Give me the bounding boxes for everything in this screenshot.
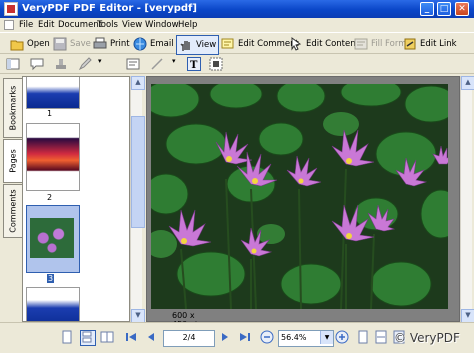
status-bar: 2/4 56.4% ▼ © VeryPDF bbox=[0, 322, 474, 353]
main-toolbar: Open Save Print Email View Edit Comment … bbox=[0, 32, 474, 55]
comment-icon[interactable] bbox=[30, 57, 44, 71]
form-icon bbox=[354, 37, 368, 51]
document-menu-icon[interactable] bbox=[4, 20, 14, 30]
page-number-field[interactable]: 2/4 bbox=[163, 330, 215, 347]
menu-tools[interactable]: Tools bbox=[97, 20, 118, 30]
open-label: Open bbox=[27, 39, 50, 49]
zoom-level-value: 56.4% bbox=[281, 333, 307, 342]
thumbnail-image bbox=[30, 218, 74, 258]
zoom-out-icon[interactable] bbox=[260, 330, 274, 344]
thumbnail-pane: 1 2 3 bbox=[22, 76, 130, 322]
svg-text:T: T bbox=[190, 60, 198, 71]
scrollbar-thumb[interactable] bbox=[131, 116, 145, 228]
continuous-page-icon[interactable] bbox=[80, 330, 96, 346]
minimize-button[interactable]: _ bbox=[420, 2, 434, 16]
email-label: Email bbox=[150, 39, 174, 49]
app-icon bbox=[4, 2, 18, 16]
save-button[interactable]: Save bbox=[51, 35, 93, 53]
page-thumbnail-label: 2 bbox=[47, 193, 53, 202]
single-page-icon[interactable] bbox=[60, 330, 74, 344]
note-icon bbox=[221, 37, 235, 51]
maximize-button[interactable]: □ bbox=[437, 2, 451, 16]
floppy-disk-icon bbox=[53, 37, 67, 51]
last-page-icon[interactable] bbox=[238, 330, 252, 344]
pencil-icon[interactable] bbox=[78, 57, 92, 71]
title-bar: VeryPDF PDF Editor - [verypdf] _ □ ✕ bbox=[0, 0, 474, 18]
first-page-icon[interactable] bbox=[124, 330, 138, 344]
page-thumbnail-label: 1 bbox=[47, 109, 53, 118]
dropdown-arrow-icon-2[interactable]: ▾ bbox=[172, 57, 186, 71]
dropdown-arrow-icon[interactable]: ▾ bbox=[98, 57, 112, 71]
scroll-down-arrow-icon[interactable]: ▼ bbox=[131, 309, 145, 323]
print-label: Print bbox=[110, 39, 130, 49]
print-button[interactable]: Print bbox=[91, 35, 132, 53]
open-button[interactable]: Open bbox=[8, 35, 52, 53]
menu-help[interactable]: Help bbox=[178, 20, 197, 30]
page-thumbnail[interactable] bbox=[26, 77, 80, 109]
typewriter-icon[interactable]: T bbox=[187, 57, 201, 71]
edit-link-label: Edit Link bbox=[420, 39, 457, 49]
hand-icon bbox=[179, 38, 193, 52]
menu-view[interactable]: View bbox=[122, 20, 142, 30]
cursor-icon bbox=[289, 37, 303, 51]
next-page-icon[interactable] bbox=[218, 330, 232, 344]
zoom-level-select[interactable]: 56.4% ▼ bbox=[278, 330, 334, 347]
facing-pages-icon[interactable] bbox=[100, 330, 114, 344]
tab-pages[interactable]: Pages bbox=[3, 139, 23, 183]
chevron-down-icon[interactable]: ▼ bbox=[320, 331, 333, 344]
view-button[interactable]: View bbox=[176, 35, 220, 55]
view-label: View bbox=[196, 40, 217, 50]
thumbnail-scrollbar[interactable]: ▲ ▼ bbox=[130, 76, 145, 323]
window-title: VeryPDF PDF Editor - [verypdf] bbox=[22, 3, 197, 14]
printer-icon bbox=[93, 37, 107, 51]
snapshot-icon[interactable] bbox=[209, 57, 223, 71]
tab-comments[interactable]: Comments bbox=[3, 184, 23, 238]
page-thumbnail-selected[interactable] bbox=[26, 205, 80, 273]
folder-icon bbox=[10, 37, 24, 51]
viewer-scrollbar[interactable]: ▲ ▼ bbox=[460, 76, 474, 323]
link-icon bbox=[403, 37, 417, 51]
save-label: Save bbox=[70, 39, 91, 49]
page-layout-icon[interactable] bbox=[6, 57, 20, 71]
scroll-up-arrow-icon[interactable]: ▲ bbox=[131, 76, 145, 90]
fit-page-icon[interactable] bbox=[356, 330, 370, 344]
lotus-flower-photo bbox=[151, 84, 448, 309]
page-thumbnail[interactable] bbox=[26, 123, 80, 191]
globe-mail-icon bbox=[133, 37, 147, 51]
menu-edit[interactable]: Edit bbox=[38, 20, 54, 30]
tab-comments-label: Comments bbox=[8, 189, 18, 233]
fill-form-button[interactable]: Fill Form bbox=[352, 35, 408, 53]
tab-pages-label: Pages bbox=[8, 149, 18, 173]
text-box-icon[interactable] bbox=[126, 57, 140, 71]
fit-width-icon[interactable] bbox=[374, 330, 388, 344]
menu-document[interactable]: Document bbox=[58, 20, 102, 30]
menu-file[interactable]: File bbox=[19, 20, 33, 30]
scroll-down-arrow-icon[interactable]: ▼ bbox=[461, 309, 474, 323]
side-panel-tabs: Bookmarks Pages Comments bbox=[3, 76, 23, 320]
close-button[interactable]: ✕ bbox=[455, 2, 469, 16]
email-button[interactable]: Email bbox=[131, 35, 176, 53]
secondary-toolbar: ▾ ▾ T bbox=[0, 54, 474, 74]
line-tool-icon[interactable] bbox=[150, 57, 164, 71]
previous-page-icon[interactable] bbox=[144, 330, 158, 344]
page-thumbnail[interactable] bbox=[26, 287, 80, 321]
page-thumbnail-label-selected: 3 bbox=[47, 274, 55, 283]
tab-bookmarks[interactable]: Bookmarks bbox=[3, 78, 23, 138]
stamp-icon[interactable] bbox=[54, 57, 68, 71]
scroll-up-arrow-icon[interactable]: ▲ bbox=[461, 76, 474, 90]
edit-content-button[interactable]: Edit Content bbox=[287, 35, 361, 53]
menu-bar: File Edit Document Tools View Window Hel… bbox=[0, 18, 474, 32]
watermark-text: © VeryPDF bbox=[394, 331, 460, 345]
edit-link-button[interactable]: Edit Link bbox=[401, 35, 459, 53]
menu-window[interactable]: Window bbox=[145, 20, 179, 30]
zoom-in-icon[interactable] bbox=[335, 330, 349, 344]
tab-bookmarks-label: Bookmarks bbox=[8, 85, 18, 131]
